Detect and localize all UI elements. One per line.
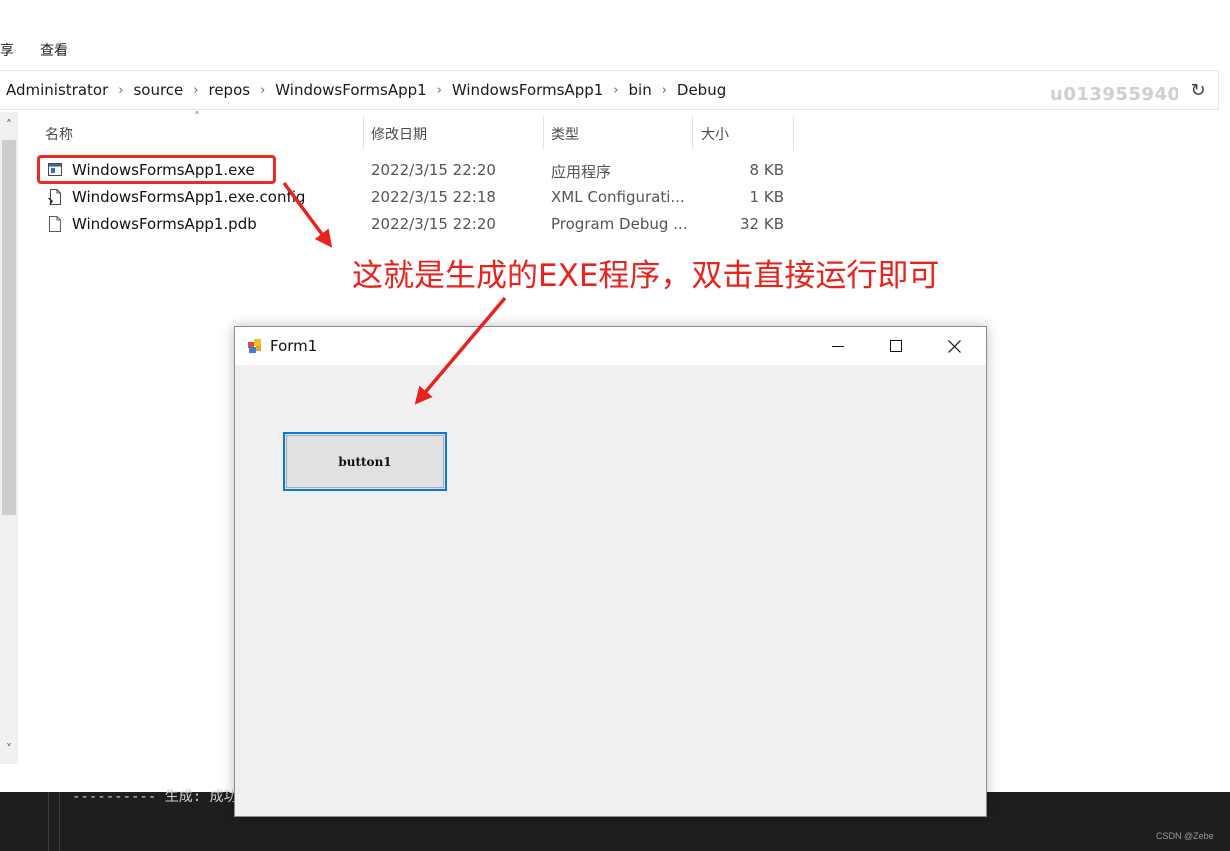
crumb-solution[interactable]: WindowsFormsApp1 (275, 81, 426, 99)
file-name[interactable]: WindowsFormsApp1.pdb (72, 215, 257, 233)
column-divider[interactable] (363, 116, 364, 150)
minimize-button[interactable] (809, 327, 867, 365)
form1-window[interactable]: Form1 button1 (234, 326, 987, 817)
credit-text: CSDN @Zebe (1156, 831, 1214, 841)
file-type: Program Debug ... (551, 215, 688, 233)
ribbon (0, 0, 1230, 66)
form1-titlebar[interactable]: Form1 (235, 327, 986, 365)
refresh-icon: ↻ (1190, 79, 1206, 101)
file-size: 1 KB (749, 188, 784, 206)
close-button[interactable] (925, 327, 983, 365)
highlight-box (37, 155, 276, 184)
console-output-text: ---------- 生成: 成功 (72, 789, 238, 805)
winforms-app-icon (248, 339, 261, 353)
menu-view[interactable]: 查看 (40, 40, 68, 60)
column-header-size[interactable]: 大小 (701, 124, 729, 144)
file-type: XML Configurati... (551, 188, 685, 206)
config-file-icon (48, 189, 61, 205)
column-header-type[interactable]: 类型 (551, 124, 579, 144)
breadcrumb: Administrator › source › repos › Windows… (6, 80, 726, 100)
scrollbar-thumb[interactable] (2, 140, 16, 515)
column-header-name[interactable]: 名称 (45, 124, 73, 144)
file-row-pdb[interactable]: WindowsFormsApp1.pdb 2022/3/15 22:20 Pro… (40, 212, 800, 238)
sort-ascending-icon: ˄ (194, 110, 200, 124)
file-date: 2022/3/15 22:20 (371, 161, 496, 179)
chevron-right-icon[interactable]: › (662, 83, 667, 98)
chevron-right-icon[interactable]: › (260, 83, 265, 98)
crumb-bin[interactable]: bin (629, 81, 652, 99)
file-date: 2022/3/15 22:18 (371, 188, 496, 206)
chevron-right-icon[interactable]: › (193, 83, 198, 98)
watermark-text: u013955940 (1050, 84, 1181, 105)
file-name[interactable]: WindowsFormsApp1.exe.config (72, 188, 305, 206)
column-divider[interactable] (692, 116, 693, 150)
crumb-administrator[interactable]: Administrator (6, 81, 108, 99)
scroll-up-icon[interactable]: ˄ (0, 118, 18, 136)
file-date: 2022/3/15 22:20 (371, 215, 496, 233)
crumb-project[interactable]: WindowsFormsApp1 (452, 81, 603, 99)
crumb-source[interactable]: source (133, 81, 183, 99)
menu-share[interactable]: 享 (0, 40, 14, 60)
minimize-icon (832, 346, 844, 347)
refresh-button[interactable]: ↻ (1178, 70, 1219, 110)
chevron-right-icon[interactable]: › (118, 83, 123, 98)
file-type: 应用程序 (551, 163, 612, 181)
button1-label: button1 (338, 454, 392, 469)
button1-face[interactable]: button1 (286, 435, 444, 488)
close-icon (947, 339, 961, 353)
crumb-repos[interactable]: repos (208, 81, 250, 99)
file-icon (49, 216, 61, 232)
form1-title: Form1 (270, 337, 318, 355)
file-size: 32 KB (740, 215, 784, 233)
maximize-button[interactable] (867, 327, 925, 365)
column-divider[interactable] (543, 116, 544, 150)
column-divider[interactable] (793, 116, 794, 150)
crumb-debug[interactable]: Debug (677, 81, 726, 99)
file-row-config[interactable]: WindowsFormsApp1.exe.config 2022/3/15 22… (40, 185, 800, 211)
file-size: 8 KB (749, 161, 784, 179)
column-header-modified[interactable]: 修改日期 (371, 124, 427, 144)
chevron-right-icon[interactable]: › (437, 83, 442, 98)
console-gutter (48, 792, 60, 851)
chevron-right-icon[interactable]: › (613, 83, 618, 98)
scroll-down-icon[interactable]: ˅ (0, 742, 18, 760)
annotation-text: 这就是生成的EXE程序，双击直接运行即可 (352, 258, 940, 294)
button1[interactable]: button1 (283, 432, 447, 491)
maximize-icon (890, 340, 902, 352)
